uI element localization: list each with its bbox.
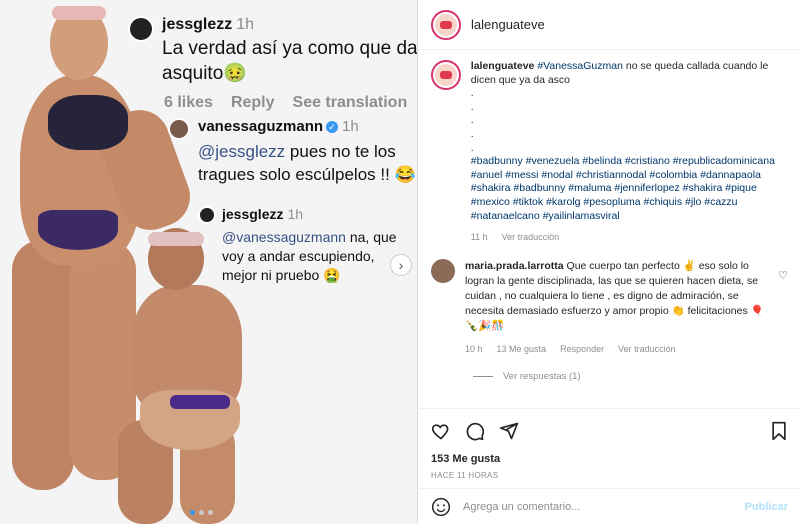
carousel-dot	[199, 510, 204, 515]
comment-icon[interactable]	[465, 421, 485, 441]
account-username[interactable]: lalenguateve	[471, 17, 545, 32]
comments-list[interactable]: lalenguateve #VanessaGuzman no se queda …	[419, 50, 800, 405]
post-time: HACE 11 HORAS	[431, 471, 499, 480]
comment-username[interactable]: maria.prada.larrotta	[465, 260, 564, 272]
post-actions: 153 Me gusta HACE 11 HORAS	[419, 408, 800, 480]
comment-username: jessglezz	[222, 206, 284, 222]
comment-username: vanessaguzmann	[198, 118, 324, 135]
caption: lalenguateve #VanessaGuzman no se queda …	[431, 60, 788, 245]
see-translation-link[interactable]: Ver traducción	[618, 342, 676, 357]
avatar	[168, 118, 190, 140]
post-comment-button[interactable]: Publicar	[745, 501, 788, 513]
comment-reply: Reply	[230, 94, 275, 111]
reply-link[interactable]: Responder	[560, 342, 604, 357]
photo-figure-part	[12, 240, 74, 490]
comment-username: jessglezz	[162, 16, 233, 33]
embedded-comment-3: jessglezz 1h @vanessaguzmann na, que voy …	[198, 206, 413, 285]
photo-figure-part	[48, 95, 128, 150]
embedded-comment-2: vanessaguzmann ✓ 1h @jessglezz pues no te …	[168, 118, 417, 186]
share-icon[interactable]	[499, 421, 519, 441]
carousel-dots	[190, 510, 213, 515]
embedded-comment-1: jessglezz 1h La verdad así ya como que da…	[128, 16, 418, 112]
photo-figure-part	[170, 395, 230, 409]
comment-time: 1h	[236, 16, 255, 33]
comment-time: 1h	[287, 206, 304, 222]
caption-mention[interactable]: #VanessaGuzman	[537, 60, 623, 72]
comment-time: 1h	[342, 118, 359, 135]
avatar[interactable]	[431, 258, 455, 283]
account-avatar[interactable]	[431, 9, 461, 40]
comment-likes: 6 likes	[164, 94, 213, 111]
caption-dots: . . . . .	[470, 87, 474, 154]
photo-figure-part	[148, 232, 204, 246]
view-replies-label[interactable]: Ver respuestas (1)	[503, 371, 581, 382]
carousel-dot	[208, 510, 213, 515]
comment-see-translation: See translation	[292, 94, 408, 111]
photo-figure-part	[52, 6, 106, 20]
caption-username[interactable]: lalenguateve	[471, 60, 535, 72]
heart-icon[interactable]	[431, 421, 451, 441]
caption-time: 11 h	[470, 232, 488, 243]
account-avatar[interactable]	[431, 60, 461, 90]
caption-hashtags[interactable]: #badbunny #venezuela #belinda #cristiano…	[471, 155, 788, 223]
see-translation-link[interactable]: Ver traducción	[502, 231, 560, 245]
emoji-icon[interactable]	[431, 497, 451, 517]
post-header: lalenguateve	[419, 0, 800, 50]
comment-like-icon[interactable]: ♡	[778, 269, 788, 282]
comment-mention: @vanessaguzmann	[222, 229, 346, 245]
avatar	[198, 206, 216, 224]
post-sidebar: lalenguateve lalenguateve #VanessaGuzman…	[419, 0, 800, 524]
verified-badge-icon: ✓	[326, 120, 339, 133]
comment-text: La verdad así ya como que da asquito🤢	[162, 38, 418, 84]
avatar	[128, 16, 154, 42]
comment-likes[interactable]: 13 Me gusta	[497, 342, 547, 357]
next-slide-button[interactable]: ›	[390, 254, 412, 276]
bookmark-icon[interactable]	[770, 421, 788, 441]
post-media[interactable]: jessglezz 1h La verdad así ya como que da…	[0, 0, 418, 524]
comment-time: 10 h	[465, 343, 483, 354]
photo-figure-part	[38, 210, 118, 250]
comment-input[interactable]	[463, 500, 733, 513]
view-replies[interactable]: Ver respuestas (1)	[473, 371, 788, 382]
add-comment-bar: Publicar	[419, 488, 800, 524]
comment-mention: @jessglezz	[198, 142, 286, 161]
comment-item: maria.prada.larrotta Que cuerpo tan perf…	[431, 258, 788, 357]
likes-count[interactable]: 153 Me gusta	[431, 453, 788, 465]
carousel-dot	[190, 510, 195, 515]
